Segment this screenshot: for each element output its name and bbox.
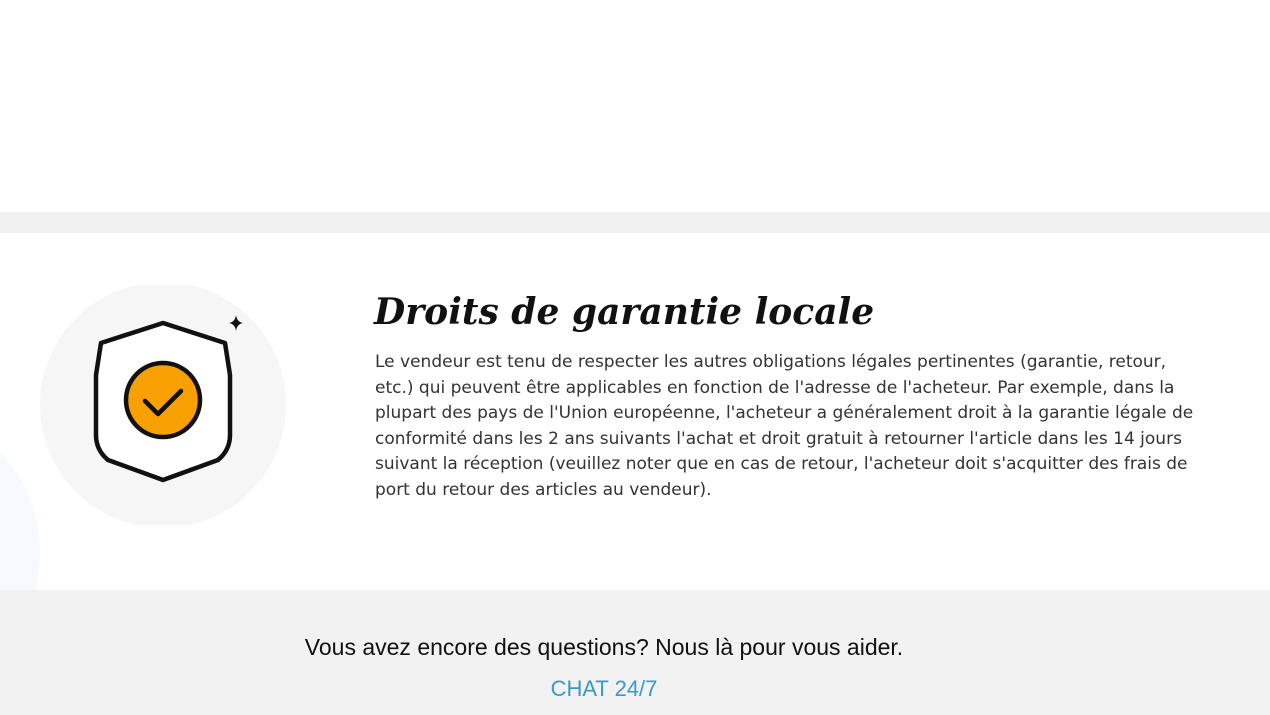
help-footer: Vous avez encore des questions? Nous là … bbox=[0, 590, 1270, 715]
background-decoration bbox=[0, 423, 40, 590]
shield-check-icon bbox=[40, 285, 286, 525]
section-description: Le vendeur est tenu de respecter les aut… bbox=[375, 352, 1194, 500]
top-blank-area bbox=[0, 0, 1270, 212]
section-divider bbox=[0, 212, 1270, 233]
help-question-text: Vous avez encore des questions? Nous là … bbox=[304, 634, 904, 660]
chat-link[interactable]: CHAT 24/7 bbox=[0, 675, 1208, 703]
section-title: Droits de garantie locale bbox=[374, 291, 875, 333]
warranty-section: Droits de garantie locale Le vendeur est… bbox=[0, 233, 1270, 590]
